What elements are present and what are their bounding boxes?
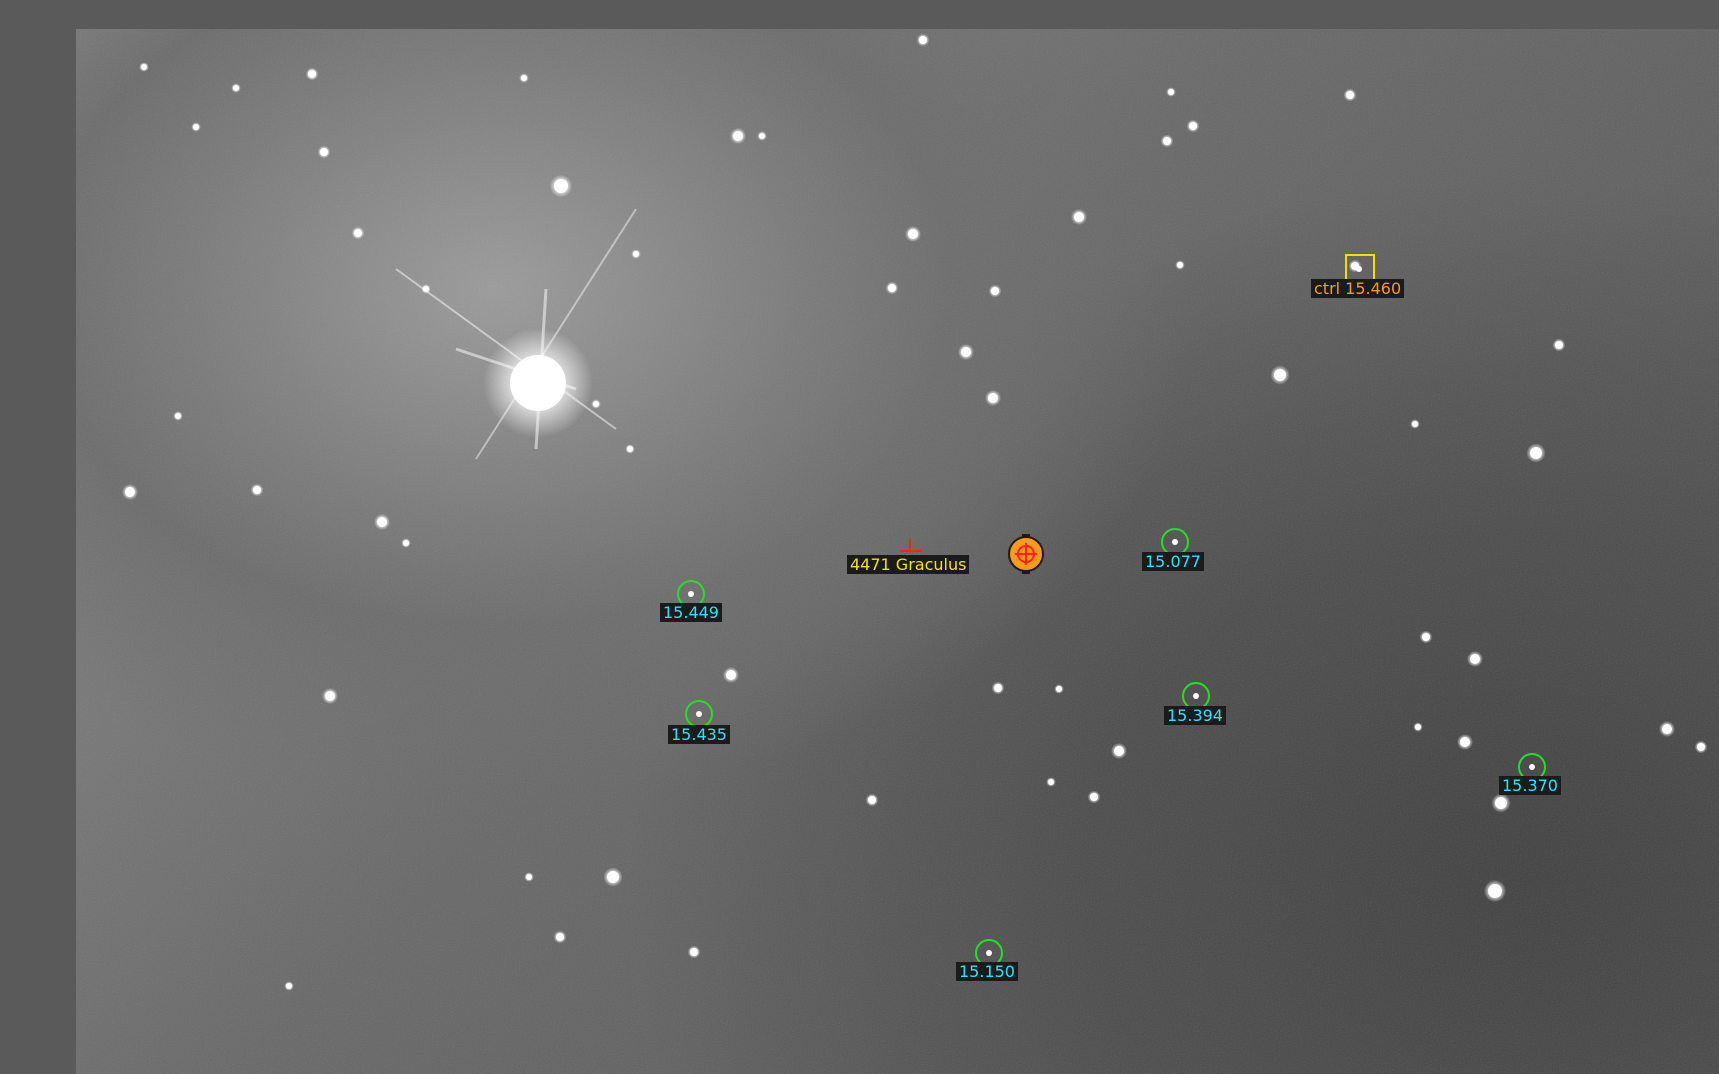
star-core	[627, 446, 633, 452]
star-core	[888, 284, 896, 292]
star-core	[1189, 122, 1197, 130]
star-core	[1048, 779, 1054, 785]
star-core	[726, 670, 736, 680]
star-core	[607, 871, 619, 883]
star-core	[556, 933, 564, 941]
comparison-star	[986, 950, 992, 956]
star-core	[377, 517, 387, 527]
star-core	[633, 251, 639, 257]
star-core	[354, 229, 362, 237]
star-core	[253, 486, 261, 494]
comparison-star-label[interactable]: 15.449	[660, 603, 722, 622]
star-core	[1555, 341, 1563, 349]
comparison-star	[1193, 693, 1199, 699]
comparison-star-label[interactable]: 15.077	[1142, 552, 1204, 571]
star-core	[1168, 89, 1174, 95]
star-core	[403, 540, 409, 546]
star-core	[1422, 633, 1430, 641]
star-core	[308, 70, 316, 78]
star-core	[1415, 724, 1421, 730]
star-core	[919, 36, 927, 44]
star-core	[1074, 212, 1084, 222]
star-core	[1056, 686, 1062, 692]
star-core	[1530, 447, 1542, 459]
comparison-star	[688, 591, 694, 597]
star-core	[1346, 91, 1354, 99]
image-viewer[interactable]: 4471 Graculus ctrl 15.460 15.449 15.435 …	[0, 0, 1719, 1074]
star-core	[325, 691, 335, 701]
star-core	[1662, 724, 1672, 734]
star-core	[991, 287, 999, 295]
star-core	[1177, 262, 1183, 268]
star-core	[175, 413, 181, 419]
star-core	[1114, 746, 1124, 756]
astronomical-image[interactable]: 4471 Graculus ctrl 15.460 15.449 15.435 …	[76, 29, 1719, 1074]
star-core	[1460, 737, 1470, 747]
star-core	[286, 983, 292, 989]
star-core	[961, 347, 971, 357]
comparison-star-label[interactable]: 15.435	[668, 725, 730, 744]
star-core	[1163, 137, 1171, 145]
star-core	[1470, 654, 1480, 664]
star-core	[733, 131, 743, 141]
sensor-noise	[76, 29, 1719, 1074]
comparison-star	[696, 711, 702, 717]
star-core	[1697, 743, 1705, 751]
star-core	[690, 948, 698, 956]
star-core	[193, 124, 199, 130]
star-core	[141, 64, 147, 70]
star-core	[994, 684, 1002, 692]
comparison-star-label[interactable]: 15.370	[1499, 776, 1561, 795]
star-core	[526, 874, 532, 880]
star-core	[320, 148, 328, 156]
check-star	[1356, 266, 1362, 272]
check-star-label[interactable]: ctrl 15.460	[1311, 279, 1405, 298]
star-core	[868, 796, 876, 804]
star-core	[908, 229, 918, 239]
star-core	[1274, 369, 1286, 381]
star-core	[1495, 797, 1507, 809]
star-core	[759, 133, 765, 139]
starfield-canvas	[76, 29, 1719, 1074]
star-core	[988, 393, 998, 403]
star-core	[1412, 421, 1418, 427]
comparison-star-label[interactable]: 15.150	[956, 962, 1018, 981]
star-core	[233, 85, 239, 91]
comparison-star	[1172, 539, 1178, 545]
star-core	[593, 401, 599, 407]
comparison-star-label[interactable]: 15.394	[1164, 706, 1226, 725]
star-core	[125, 487, 135, 497]
star-core	[521, 75, 527, 81]
target-label[interactable]: 4471 Graculus	[847, 555, 970, 574]
star-core	[1488, 884, 1502, 898]
comparison-star	[1529, 764, 1535, 770]
star-core	[1090, 793, 1098, 801]
star-core	[554, 179, 568, 193]
